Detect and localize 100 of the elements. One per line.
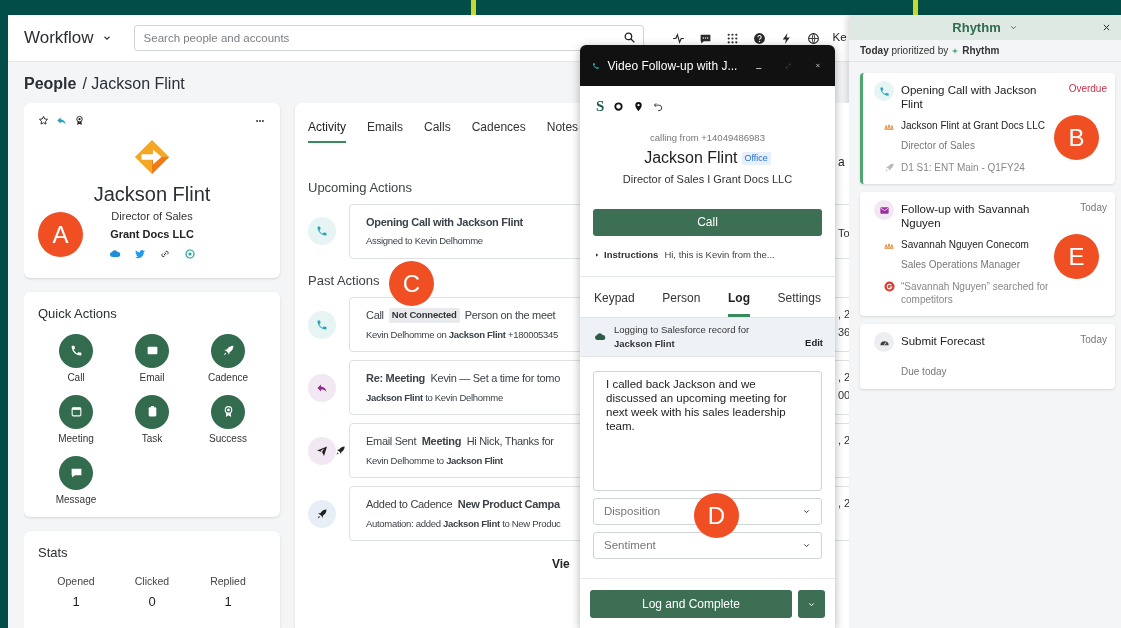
quick-action-button[interactable]: Success: [190, 394, 266, 446]
chat-icon: [69, 466, 83, 479]
close-icon[interactable]: [1102, 23, 1111, 32]
activity-detail: Kevin Delhomme on Jackson Flint +180005345: [366, 327, 559, 342]
cloud-icon: [594, 331, 606, 343]
tab[interactable]: Person: [662, 289, 701, 317]
instructions-preview: Hi, this is Kevin from the...: [664, 247, 775, 262]
tab[interactable]: Calls: [424, 118, 451, 143]
star-icon[interactable]: [38, 115, 49, 126]
globe-icon[interactable]: [806, 31, 820, 45]
activity-icon[interactable]: [671, 31, 685, 45]
workflow-menu[interactable]: Workflow: [24, 25, 112, 51]
activity-title: Re: Meeting Kevin — Set a time for tomo: [366, 371, 560, 387]
task-title: Submit Forecast: [901, 334, 986, 348]
tab[interactable]: Cadences: [471, 118, 526, 143]
quick-action-button[interactable]: Cadence: [190, 333, 266, 385]
logo-letter: S: [596, 96, 605, 116]
cloud-icon[interactable]: [108, 248, 121, 260]
call-button[interactable]: Call: [593, 208, 822, 236]
activity-detail: Automation: added Jackson Flint to New Produc: [366, 516, 561, 531]
award-icon[interactable]: [74, 115, 85, 126]
rocket-icon: [316, 507, 328, 520]
bird-icon[interactable]: [133, 248, 146, 260]
company-logo: [133, 138, 171, 176]
notes-field[interactable]: I called back Jackson and we discussed an upcoming meeting for next week with his sales leadership team.: [593, 371, 822, 491]
activity-detail: Kevin Delhomme to Jackson Flint: [366, 453, 503, 468]
search-icon[interactable]: [622, 31, 636, 44]
search-field[interactable]: Search people and accounts: [133, 25, 644, 51]
phone-icon: [69, 344, 83, 357]
mail-icon: [878, 204, 890, 216]
task-card[interactable]: Submit Forecast Today Due today: [860, 324, 1115, 389]
text-fragment: 00: [838, 388, 849, 403]
activity-title: Call: [366, 308, 384, 324]
subtitle-text: Today prioritized by: [860, 44, 949, 58]
task-detail: Due today: [901, 365, 947, 379]
view-more-link[interactable]: Vie: [552, 555, 570, 573]
task-note: D1 S1: ENT Main - Q1FY24: [901, 161, 1026, 174]
activity-title: Email Sent Meeting Hi Nick, Thanks for: [366, 434, 554, 450]
phone-type-badge: Office: [741, 151, 771, 165]
task-note: “Savannah Nguyen” searched for competitors: [901, 280, 1050, 306]
location-pin-icon[interactable]: [633, 100, 645, 112]
card-title: Quick Actions: [38, 305, 118, 323]
undo-icon[interactable]: [653, 100, 665, 112]
text-fragment: 36: [838, 325, 849, 340]
card-title: Stats: [38, 544, 69, 562]
text-fragment: a: [838, 154, 845, 171]
stat-value: 1: [72, 593, 80, 612]
edit-link[interactable]: Edit: [805, 335, 823, 350]
tab[interactable]: Keypad: [594, 289, 635, 317]
quick-action-button[interactable]: Meeting: [38, 394, 114, 446]
status-tag: Not Connected: [388, 308, 460, 323]
activity-title: Opening Call with Jackson Flint: [366, 214, 523, 230]
breadcrumb-link[interactable]: People: [24, 72, 77, 96]
circle-icon[interactable]: [613, 100, 625, 112]
breadcrumb-current: / Jackson Flint: [82, 74, 185, 94]
activity-title: Added to Cadence New Product Campa: [366, 497, 560, 513]
send-icon: [316, 444, 328, 457]
due-label: Today: [1080, 201, 1107, 215]
log-complete-button[interactable]: Log and Complete: [590, 590, 792, 618]
calling-from-text: calling from +14049486983: [650, 131, 765, 145]
section-heading: Past Actions: [308, 271, 380, 290]
calendar-icon: [69, 405, 83, 418]
phone-icon: [878, 85, 890, 97]
stat-label: Opened: [57, 573, 95, 589]
rocket-icon: [884, 162, 895, 173]
stat-label: Clicked: [134, 573, 170, 589]
tab[interactable]: Activity: [308, 118, 346, 143]
text-fragment: , 2: [838, 307, 849, 322]
section-heading: Upcoming Actions: [308, 179, 413, 197]
task-title: Opening Call with Jackson Flint: [901, 83, 1038, 111]
due-label: Today: [1080, 333, 1107, 347]
help-icon[interactable]: [752, 31, 766, 45]
tab[interactable]: Emails: [367, 118, 404, 143]
activity-detail: Jackson Flint to Kevin Delhomme: [366, 390, 503, 405]
quick-action-button[interactable]: Task: [114, 394, 190, 446]
user-name[interactable]: Ke: [832, 29, 847, 47]
text-fragment: , 2: [838, 433, 849, 448]
select-field[interactable]: Sentiment: [593, 532, 822, 559]
chevron-icon: [1008, 23, 1018, 32]
quick-action-button[interactable]: Call: [38, 333, 114, 385]
dialog-title: Video Follow-up with J...: [607, 57, 738, 75]
contact-name: Savannah Nguyen Conecom: [901, 238, 1029, 252]
person-title: Director of Sales: [111, 209, 193, 224]
task-detail: Sales Operations Manager: [901, 258, 1020, 272]
brand-name: Rhythm: [962, 44, 1000, 58]
caret-icon: [594, 251, 600, 258]
phone-icon: [316, 318, 328, 331]
instructions-toggle[interactable]: Instructions: [594, 247, 659, 262]
link-icon[interactable]: [158, 248, 171, 260]
rocket-icon: [335, 445, 346, 456]
tab[interactable]: Notes: [546, 118, 579, 143]
contact-name: Jackson Flint at Grant Docs LLC: [901, 119, 1045, 133]
reply-icon[interactable]: [56, 115, 67, 126]
grid-icon[interactable]: [725, 31, 739, 45]
chevron-icon: [802, 541, 811, 550]
quick-action-button[interactable]: Message: [38, 455, 114, 507]
target-icon[interactable]: [183, 248, 196, 260]
chevron-icon: [802, 507, 811, 516]
quick-action-button[interactable]: Email: [114, 333, 190, 385]
tab[interactable]: Settings: [777, 289, 821, 317]
